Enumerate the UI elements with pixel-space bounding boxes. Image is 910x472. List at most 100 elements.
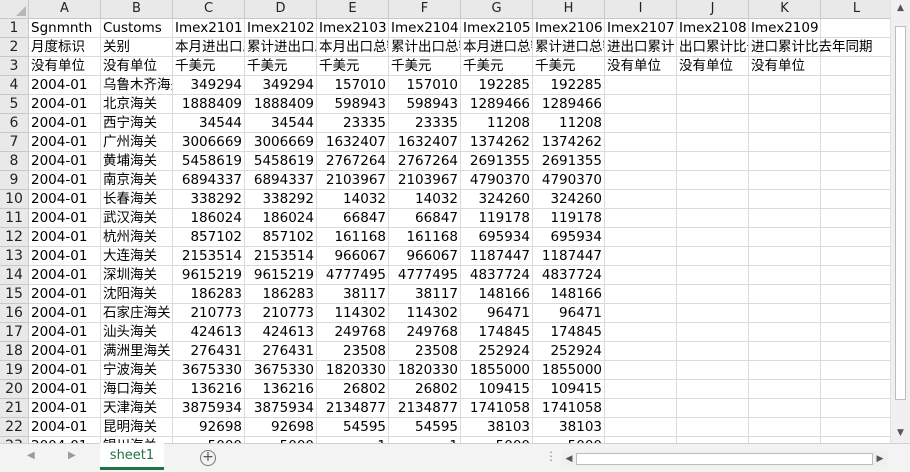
cell-g16[interactable]: 96471 xyxy=(461,304,533,323)
cell-c9[interactable]: 6894337 xyxy=(173,171,245,190)
cell-a21[interactable]: 2004-01 xyxy=(29,399,101,418)
cell-e3[interactable]: 千美元 xyxy=(317,57,389,76)
cell-h6[interactable]: 11208 xyxy=(533,114,605,133)
cell-e10[interactable]: 14032 xyxy=(317,190,389,209)
cell-i9[interactable] xyxy=(605,171,677,190)
next-sheet-arrow-icon[interactable]: ▶ xyxy=(68,450,76,461)
cell-k3[interactable]: 没有单位 xyxy=(749,57,821,76)
cell-e8[interactable]: 2767264 xyxy=(317,152,389,171)
cell-a1[interactable]: Sgnmnth xyxy=(29,19,101,38)
cell-a19[interactable]: 2004-01 xyxy=(29,361,101,380)
cell-d13[interactable]: 2153514 xyxy=(245,247,317,266)
cell-i20[interactable] xyxy=(605,380,677,399)
cell-h17[interactable]: 174845 xyxy=(533,323,605,342)
cell-l12[interactable] xyxy=(821,228,890,247)
cell-l20[interactable] xyxy=(821,380,890,399)
cell-d16[interactable]: 210773 xyxy=(245,304,317,323)
cell-l14[interactable] xyxy=(821,266,890,285)
row-header-11[interactable]: 11 xyxy=(0,209,29,228)
cell-d9[interactable]: 6894337 xyxy=(245,171,317,190)
row-header-10[interactable]: 10 xyxy=(0,190,29,209)
cell-l10[interactable] xyxy=(821,190,890,209)
cell-j12[interactable] xyxy=(677,228,749,247)
row-header-17[interactable]: 17 xyxy=(0,323,29,342)
cell-a9[interactable]: 2004-01 xyxy=(29,171,101,190)
cell-f4[interactable]: 157010 xyxy=(389,76,461,95)
cell-j18[interactable] xyxy=(677,342,749,361)
cell-g19[interactable]: 1855000 xyxy=(461,361,533,380)
cell-c22[interactable]: 92698 xyxy=(173,418,245,437)
cell-l21[interactable] xyxy=(821,399,890,418)
cell-a4[interactable]: 2004-01 xyxy=(29,76,101,95)
column-header-f[interactable]: F xyxy=(389,0,461,19)
column-header-e[interactable]: E xyxy=(317,0,389,19)
cell-a11[interactable]: 2004-01 xyxy=(29,209,101,228)
cell-g6[interactable]: 11208 xyxy=(461,114,533,133)
cell-b9[interactable]: 南京海关 xyxy=(101,171,173,190)
cell-l13[interactable] xyxy=(821,247,890,266)
cell-g14[interactable]: 4837724 xyxy=(461,266,533,285)
cell-l16[interactable] xyxy=(821,304,890,323)
cell-l22[interactable] xyxy=(821,418,890,437)
cell-e11[interactable]: 66847 xyxy=(317,209,389,228)
cell-k7[interactable] xyxy=(749,133,821,152)
cell-h5[interactable]: 1289466 xyxy=(533,95,605,114)
cell-d20[interactable]: 136216 xyxy=(245,380,317,399)
cell-i14[interactable] xyxy=(605,266,677,285)
cell-h1[interactable]: Imex2106 xyxy=(533,19,605,38)
cell-j8[interactable] xyxy=(677,152,749,171)
cell-c2[interactable]: 本月进出口总 xyxy=(173,38,245,57)
cell-k10[interactable] xyxy=(749,190,821,209)
cell-j2[interactable]: 出口累计比去年同期 xyxy=(677,38,749,57)
cell-l4[interactable] xyxy=(821,76,890,95)
row-header-8[interactable]: 8 xyxy=(0,152,29,171)
cell-f18[interactable]: 23508 xyxy=(389,342,461,361)
column-header-j[interactable]: J xyxy=(677,0,749,19)
cell-j4[interactable] xyxy=(677,76,749,95)
row-header-18[interactable]: 18 xyxy=(0,342,29,361)
cell-d21[interactable]: 3875934 xyxy=(245,399,317,418)
cell-d18[interactable]: 276431 xyxy=(245,342,317,361)
cell-d12[interactable]: 857102 xyxy=(245,228,317,247)
cell-b19[interactable]: 宁波海关 xyxy=(101,361,173,380)
cell-h15[interactable]: 148166 xyxy=(533,285,605,304)
cell-f14[interactable]: 4777495 xyxy=(389,266,461,285)
vertical-scroll-thumb[interactable] xyxy=(895,26,906,400)
cell-c16[interactable]: 210773 xyxy=(173,304,245,323)
cell-f13[interactable]: 966067 xyxy=(389,247,461,266)
cell-d8[interactable]: 5458619 xyxy=(245,152,317,171)
cell-j1[interactable]: Imex2108 xyxy=(677,19,749,38)
cell-i3[interactable]: 没有单位 xyxy=(605,57,677,76)
cell-f16[interactable]: 114302 xyxy=(389,304,461,323)
cell-f17[interactable]: 249768 xyxy=(389,323,461,342)
add-sheet-icon[interactable]: + xyxy=(200,450,216,466)
cell-e20[interactable]: 26802 xyxy=(317,380,389,399)
cell-j7[interactable] xyxy=(677,133,749,152)
cell-g15[interactable]: 148166 xyxy=(461,285,533,304)
select-all-corner[interactable] xyxy=(0,0,29,19)
cell-a13[interactable]: 2004-01 xyxy=(29,247,101,266)
cell-e12[interactable]: 161168 xyxy=(317,228,389,247)
column-header-b[interactable]: B xyxy=(101,0,173,19)
cell-h13[interactable]: 1187447 xyxy=(533,247,605,266)
cell-g1[interactable]: Imex2105 xyxy=(461,19,533,38)
cell-k16[interactable] xyxy=(749,304,821,323)
cell-j21[interactable] xyxy=(677,399,749,418)
row-header-16[interactable]: 16 xyxy=(0,304,29,323)
more-options-icon[interactable]: ⋮ xyxy=(545,449,557,463)
cell-f21[interactable]: 2134877 xyxy=(389,399,461,418)
cell-b17[interactable]: 汕头海关 xyxy=(101,323,173,342)
cell-i7[interactable] xyxy=(605,133,677,152)
cell-j22[interactable] xyxy=(677,418,749,437)
cell-c17[interactable]: 424613 xyxy=(173,323,245,342)
cell-l19[interactable] xyxy=(821,361,890,380)
cell-g7[interactable]: 1374262 xyxy=(461,133,533,152)
cell-k1[interactable]: Imex2109 xyxy=(749,19,821,38)
cell-d5[interactable]: 1888409 xyxy=(245,95,317,114)
cell-j20[interactable] xyxy=(677,380,749,399)
cell-h11[interactable]: 119178 xyxy=(533,209,605,228)
cell-l18[interactable] xyxy=(821,342,890,361)
cell-f7[interactable]: 1632407 xyxy=(389,133,461,152)
horizontal-scrollbar[interactable]: ◀ ▶ xyxy=(562,451,887,467)
cell-f20[interactable]: 26802 xyxy=(389,380,461,399)
